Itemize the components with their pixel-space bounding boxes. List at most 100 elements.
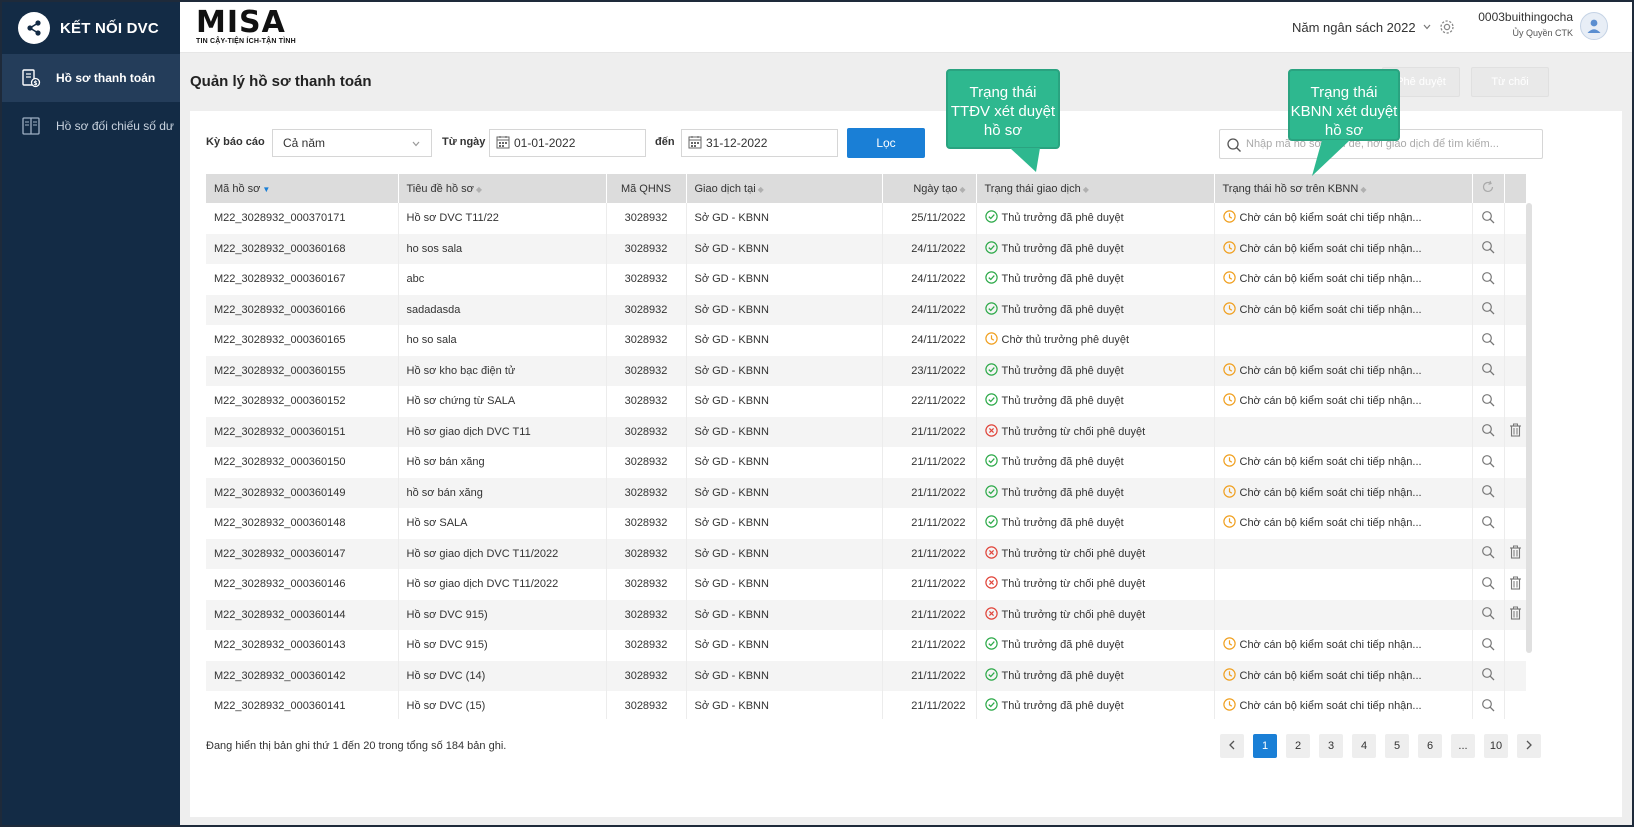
calendar-icon	[688, 135, 702, 152]
status-text: Chờ thủ trưởng phê duyệt	[1001, 334, 1130, 347]
cell-qhns: 3028932	[606, 660, 687, 691]
pending-clock-icon	[1222, 363, 1236, 379]
table-row[interactable]: M22_3028932_000360150 Hồ sơ bán xăng 30289…	[206, 447, 1526, 478]
column-header-status[interactable]: Trạng thái giao dịch ◆	[976, 174, 1215, 203]
filter-button[interactable]: Lọc	[847, 128, 925, 158]
table-row[interactable]: M22_3028932_000360167 abc 3028932 Sở GD - K…	[206, 264, 1526, 295]
pagination-ellipsis[interactable]: ...	[1451, 734, 1475, 758]
table-row[interactable]: M22_3028932_000360165 ho so sala 3028932 Sở…	[206, 325, 1526, 356]
refresh-icon[interactable]	[1472, 174, 1505, 203]
cell-qhns: 3028932	[606, 386, 687, 417]
table-row[interactable]: M22_3028932_000360144 Hồ sơ DVC 915) 30289…	[206, 599, 1526, 630]
cell-qhns: 3028932	[606, 569, 687, 600]
table-row[interactable]: M22_3028932_000360148 Hồ sơ SALA 3028932 Sở…	[206, 508, 1526, 539]
payment-document-icon: $	[20, 67, 42, 89]
search-icon[interactable]	[1481, 668, 1495, 684]
next-page-button[interactable]	[1517, 734, 1541, 758]
table-row[interactable]: M22_3028932_000360143 Hồ sơ DVC 915) 30289…	[206, 630, 1526, 661]
search-icon[interactable]	[1481, 698, 1495, 715]
status-text: Thủ trưởng từ chối phê duyệt	[1001, 578, 1146, 591]
table-row[interactable]: M22_3028932_000360147 Hồ sơ giao dịch DVC…	[206, 538, 1526, 569]
pending-clock-icon	[1222, 515, 1236, 531]
table-header-row: Mã hồ sơ ▼ Tiêu đề hồ sơ ◆ Mã QHNS Giao dị…	[206, 174, 1526, 203]
search-icon[interactable]	[1481, 515, 1495, 532]
search-icon[interactable]	[1481, 454, 1495, 471]
table-row[interactable]: M22_3028932_000360152 Hồ sơ chứng từ SALA…	[206, 386, 1526, 417]
search-icon[interactable]	[1481, 210, 1495, 227]
table-row[interactable]: M22_3028932_000360142 Hồ sơ DVC (14) 30289…	[206, 660, 1526, 691]
search-icon[interactable]	[1481, 241, 1495, 257]
reject-button[interactable]: Từ chối	[1471, 67, 1549, 97]
column-header-title[interactable]: Tiêu đề hồ sơ ◆	[398, 174, 607, 203]
delete-cell	[1504, 538, 1526, 569]
table-row[interactable]: M22_3028932_000360141 Hồ sơ DVC (15) 30289…	[206, 691, 1526, 719]
view-cell	[1472, 477, 1505, 508]
from-date-input[interactable]: 01-01-2022	[489, 129, 646, 157]
page-button[interactable]: 1	[1253, 734, 1277, 758]
table-row[interactable]: M22_3028932_000360168 ho sos sala 3028932 S…	[206, 233, 1526, 264]
period-value: Cả năm	[283, 136, 326, 150]
trash-icon[interactable]	[1509, 576, 1522, 593]
search-icon[interactable]	[1481, 424, 1495, 440]
cell-place: Sở GD - KBNN	[686, 386, 883, 417]
column-header-qhns[interactable]: Mã QHNS	[606, 174, 687, 203]
approved-check-icon	[984, 271, 998, 287]
period-select[interactable]: Cả năm	[272, 129, 432, 157]
table-row[interactable]: M22_3028932_000370171 Hồ sơ DVC T11/22 302…	[206, 203, 1526, 234]
search-icon[interactable]	[1481, 271, 1495, 288]
search-icon[interactable]	[1481, 607, 1495, 623]
table-row[interactable]: M22_3028932_000360151 Hồ sơ giao dịch DVC…	[206, 416, 1526, 447]
sidebar-item-payment-records[interactable]: $ Hồ sơ thanh toán	[2, 54, 180, 102]
cell-place: Sở GD - KBNN	[686, 233, 883, 264]
avatar[interactable]	[1580, 12, 1608, 40]
cell-title: Hồ sơ DVC (15)	[398, 691, 607, 719]
cell-title: hồ sơ bán xăng	[398, 477, 607, 508]
search-icon[interactable]	[1481, 546, 1495, 562]
search-icon[interactable]	[1481, 576, 1495, 593]
search-icon[interactable]	[1481, 637, 1495, 654]
page-button[interactable]: 4	[1352, 734, 1376, 758]
budget-year-select[interactable]: Năm ngân sách 2022	[1292, 20, 1432, 35]
cell-place: Sở GD - KBNN	[686, 630, 883, 661]
approved-check-icon	[984, 363, 998, 379]
sort-icon: ◆	[1082, 184, 1089, 194]
column-header-kbnn-status[interactable]: Trạng thái hồ sơ trên KBNN ◆	[1214, 174, 1473, 203]
user-info[interactable]: 0003buithingocha Ủy Quyền CTK	[1473, 10, 1573, 38]
rejected-x-icon	[984, 546, 998, 562]
search-icon[interactable]	[1481, 485, 1495, 501]
table-scrollbar[interactable]	[1526, 203, 1532, 653]
page-button[interactable]: 3	[1319, 734, 1343, 758]
to-date-input[interactable]: 31-12-2022	[681, 129, 838, 157]
trash-icon[interactable]	[1509, 606, 1522, 623]
page-button[interactable]: 10	[1484, 734, 1508, 758]
sidebar-item-balance-reconciliation[interactable]: Hồ sơ đối chiếu số dư	[2, 102, 180, 150]
cell-place: Sở GD - KBNN	[686, 538, 883, 569]
trash-icon[interactable]	[1509, 423, 1522, 440]
table-row[interactable]: M22_3028932_000360146 Hồ sơ giao dịch DVC…	[206, 569, 1526, 600]
search-icon[interactable]	[1481, 302, 1495, 318]
search-icon[interactable]	[1481, 332, 1495, 349]
gear-icon[interactable]	[1438, 18, 1456, 41]
column-header-code[interactable]: Mã hồ sơ ▼	[206, 174, 399, 203]
search-icon[interactable]	[1481, 393, 1495, 410]
page-button[interactable]: 2	[1286, 734, 1310, 758]
delete-cell	[1504, 630, 1526, 661]
prev-page-button[interactable]	[1220, 734, 1244, 758]
period-label: Kỳ báo cáo	[206, 136, 265, 148]
column-header-date[interactable]: Ngày tạo ◆	[882, 174, 977, 203]
pending-clock-icon	[1222, 393, 1236, 409]
cell-date: 24/11/2022	[882, 233, 977, 264]
cell-qhns: 3028932	[606, 203, 687, 234]
search-icon[interactable]	[1481, 363, 1495, 379]
column-header-place[interactable]: Giao dịch tại ◆	[686, 174, 883, 203]
table-row[interactable]: M22_3028932_000360149 hồ sơ bán xăng 30289…	[206, 477, 1526, 508]
pending-clock-icon	[1222, 454, 1236, 470]
trash-icon[interactable]	[1509, 545, 1522, 562]
kbnn-status-text: Chờ cán bộ kiểm soát chi tiếp nhận...	[1239, 639, 1422, 652]
page-button[interactable]: 6	[1418, 734, 1442, 758]
page-button[interactable]: 5	[1385, 734, 1409, 758]
cell-title: Hồ sơ giao dịch DVC T11	[398, 416, 607, 447]
page-title: Quản lý hồ sơ thanh toán	[190, 73, 372, 90]
table-row[interactable]: M22_3028932_000360166 sadadasda 3028932 Sở …	[206, 294, 1526, 325]
table-row[interactable]: M22_3028932_000360155 Hồ sơ kho bạc điện …	[206, 355, 1526, 386]
